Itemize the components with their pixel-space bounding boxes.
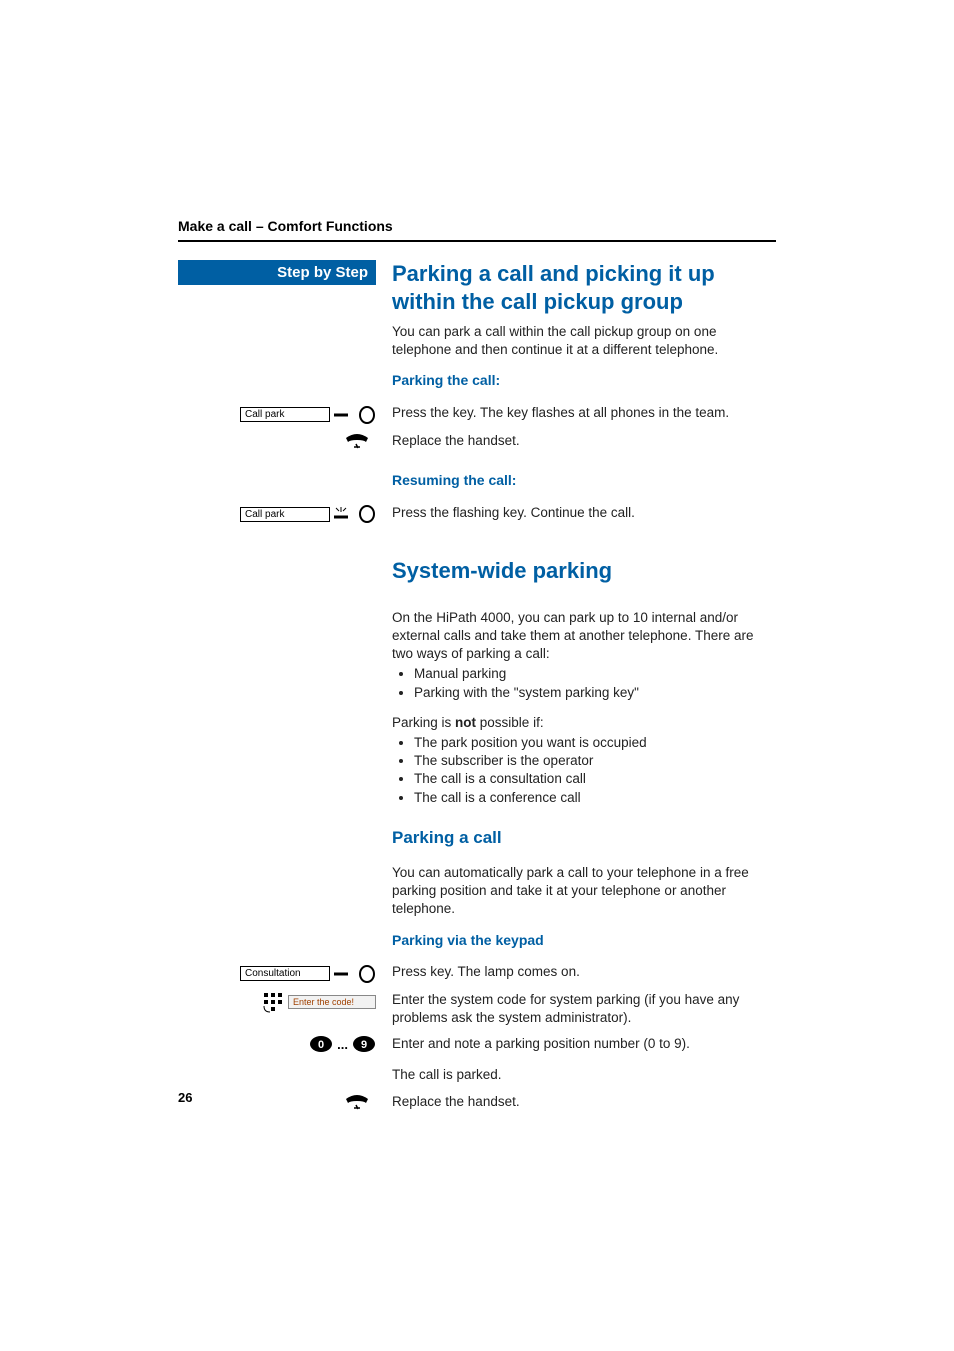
not-possible-list: The park position you want is occupied T… <box>392 734 776 807</box>
not-possible-4: The call is a conference call <box>414 789 776 807</box>
section-title-pickup-group: Parking a call and picking it up within … <box>392 260 776 315</box>
keypad-icon <box>262 991 284 1013</box>
parking-via-keypad-heading: Parking via the keypad <box>392 931 776 950</box>
lamp-off-icon <box>358 505 376 523</box>
not-possible-1: The park position you want is occupied <box>414 734 776 752</box>
replace-handset-text-2: Replace the handset. <box>392 1093 776 1111</box>
call-is-parked-text: The call is parked. <box>392 1066 776 1084</box>
digit-range-separator: ... <box>337 1037 348 1052</box>
pickup-group-intro: You can park a call within the call pick… <box>392 323 776 359</box>
not-possible-lead: Parking is not possible if: <box>392 714 776 732</box>
flashing-line-icon <box>334 505 354 523</box>
section-title-system-wide: System-wide parking <box>392 557 776 585</box>
press-key-flashes-text: Press the key. The key flashes at all ph… <box>392 404 776 422</box>
parking-ways-list: Manual parking Parking with the "system … <box>392 665 776 701</box>
lamp-off-icon <box>358 965 376 983</box>
enter-code-prompt: Enter the code! <box>288 995 376 1009</box>
solid-line-icon <box>334 967 354 981</box>
header-rule <box>178 240 776 242</box>
breadcrumb: Make a call – Comfort Functions <box>178 218 393 234</box>
svg-text:9: 9 <box>361 1039 367 1051</box>
not-possible-2: The subscriber is the operator <box>414 752 776 770</box>
parking-way-1: Manual parking <box>414 665 776 683</box>
digit-9-key-icon: 9 <box>352 1035 376 1053</box>
press-key-lamp-text: Press key. The lamp comes on. <box>392 963 776 981</box>
solid-line-icon <box>334 408 354 422</box>
handset-down-icon <box>342 1093 372 1111</box>
press-flashing-key-text: Press the flashing key. Continue the cal… <box>392 504 776 522</box>
enter-system-code-text: Enter the system code for system parking… <box>392 991 776 1027</box>
lamp-off-icon <box>358 406 376 424</box>
parking-the-call-heading: Parking the call: <box>392 371 776 390</box>
resuming-the-call-heading: Resuming the call: <box>392 471 776 490</box>
parking-a-call-heading: Parking a call <box>392 827 776 850</box>
replace-handset-text-1: Replace the handset. <box>392 432 776 450</box>
call-park-key-label: Call park <box>240 407 330 422</box>
system-wide-intro: On the HiPath 4000, you can park up to 1… <box>392 609 776 664</box>
enter-parking-position-text: Enter and note a parking position number… <box>392 1035 776 1053</box>
parking-way-2: Parking with the "system parking key" <box>414 684 776 702</box>
step-by-step-header: Step by Step <box>178 260 376 285</box>
not-possible-3: The call is a consultation call <box>414 770 776 788</box>
consultation-key-label: Consultation <box>240 966 330 981</box>
page-number: 26 <box>178 1090 192 1105</box>
handset-down-icon <box>342 432 372 450</box>
digit-0-key-icon: 0 <box>309 1035 333 1053</box>
parking-a-call-body: You can automatically park a call to you… <box>392 864 776 919</box>
svg-text:0: 0 <box>318 1039 324 1051</box>
call-park-key-label-2: Call park <box>240 507 330 522</box>
